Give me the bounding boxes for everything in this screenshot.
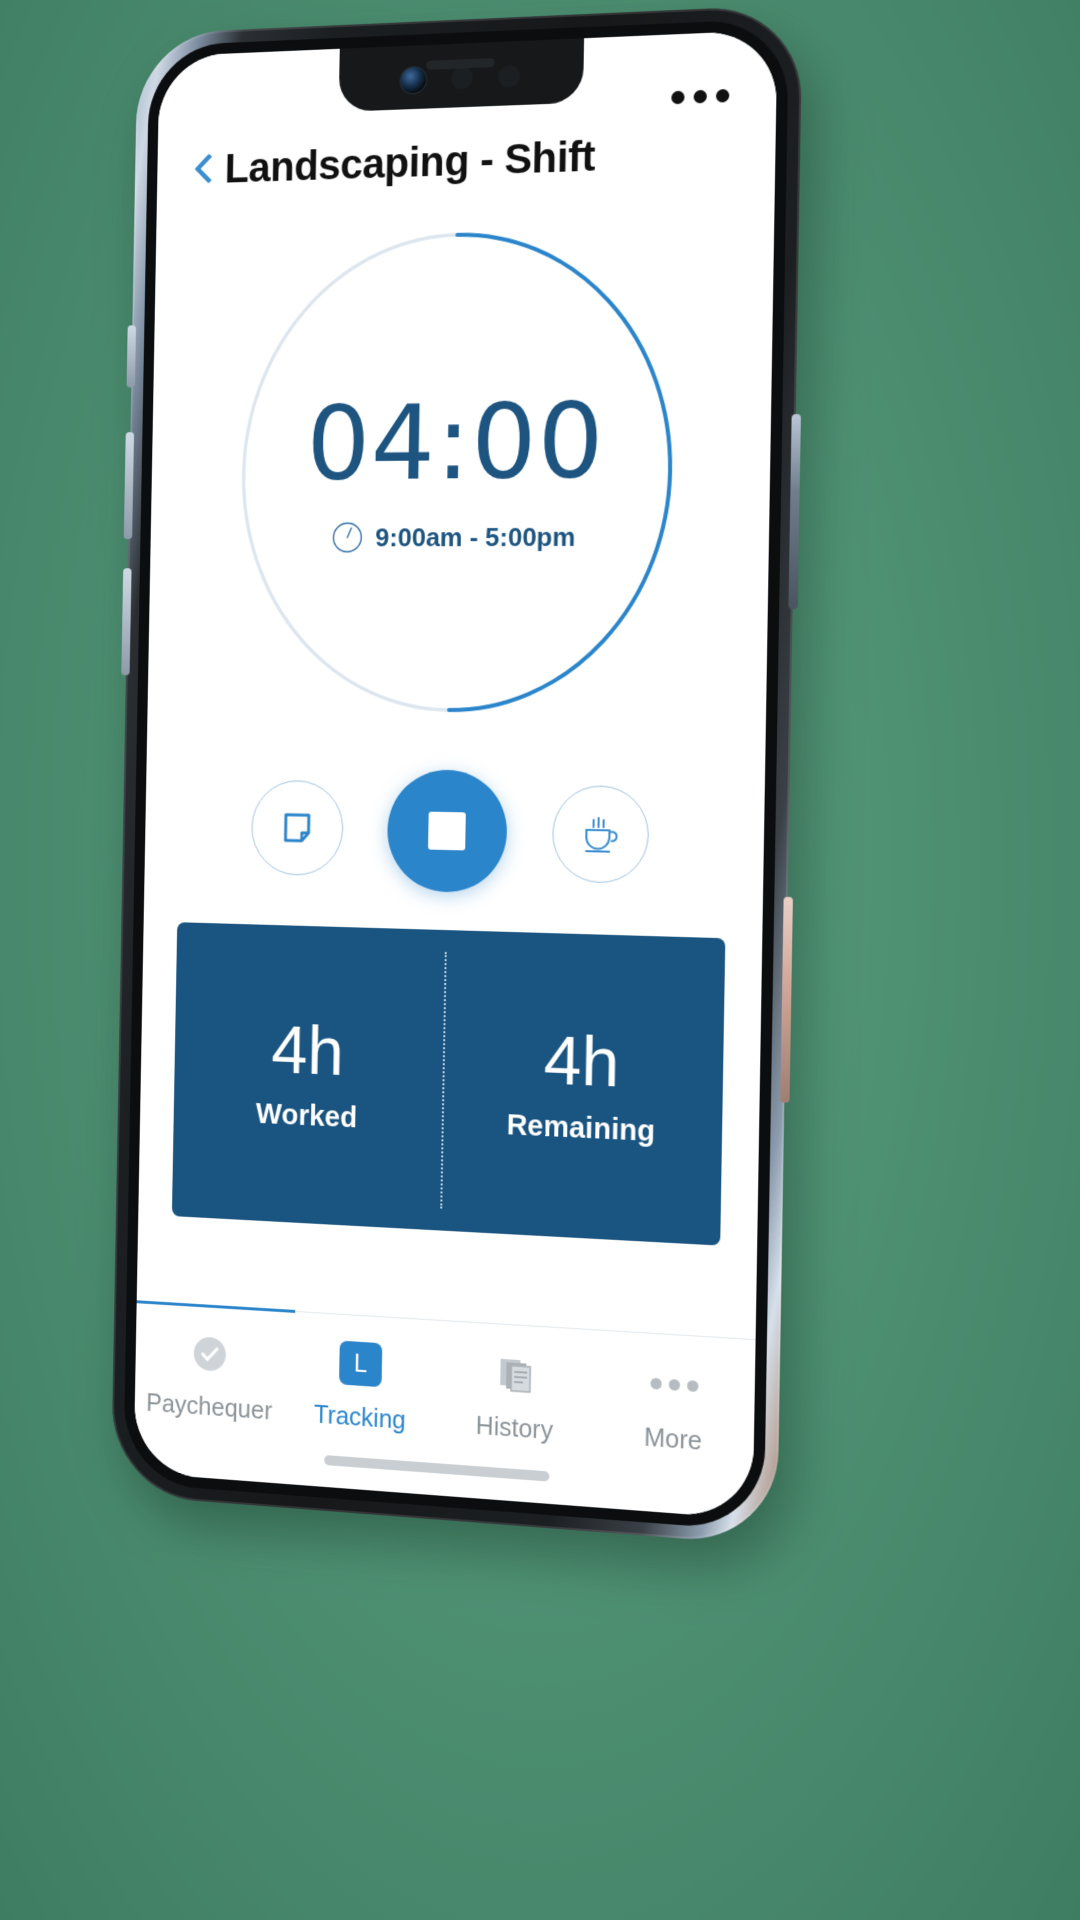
more-horizontal-icon[interactable] xyxy=(671,88,730,105)
break-button[interactable] xyxy=(551,784,650,885)
coffee-cup-icon xyxy=(575,808,626,860)
chevron-left-icon[interactable] xyxy=(193,152,214,188)
stat-remaining-value: 4h xyxy=(543,1021,621,1102)
face-id-sensor-icon xyxy=(498,64,521,88)
stat-remaining: 4h Remaining xyxy=(441,1021,723,1152)
tab-more-label: More xyxy=(643,1423,703,1456)
l-square-icon: L xyxy=(337,1338,384,1389)
breadcrumb: Landscaping - Shift xyxy=(192,132,595,193)
timer-schedule-label: 9:00am - 5:00pm xyxy=(375,521,576,552)
clock-icon xyxy=(331,521,364,555)
note-icon xyxy=(276,806,319,850)
timer-controls xyxy=(144,742,766,925)
stat-worked-label: Worked xyxy=(255,1097,358,1134)
stat-remaining-label: Remaining xyxy=(506,1108,656,1148)
stat-worked-value: 4h xyxy=(270,1011,345,1090)
timer-ring-area: 04:00 9:00am - 5:00pm xyxy=(147,183,775,756)
device-notch xyxy=(338,38,585,112)
timer-center: 04:00 9:00am - 5:00pm xyxy=(305,379,606,555)
tab-history-label: History xyxy=(475,1411,554,1446)
proximity-sensor-icon xyxy=(451,66,474,90)
app-root: Landscaping - Shift 04:00 9:00am - 5:00p… xyxy=(133,29,778,1520)
page-title: Landscaping - Shift xyxy=(224,132,596,192)
earpiece-speaker xyxy=(426,58,495,70)
timer-value: 04:00 xyxy=(305,379,606,505)
timer-schedule: 9:00am - 5:00pm xyxy=(331,520,576,555)
more-dots-icon xyxy=(649,1358,699,1410)
documents-icon xyxy=(491,1348,539,1400)
tab-tracking-label: Tracking xyxy=(313,1400,406,1435)
stop-button[interactable] xyxy=(386,769,508,894)
check-circle-icon xyxy=(187,1329,233,1379)
stat-worked: 4h Worked xyxy=(174,1011,444,1139)
shift-summary-panel: 4h Worked 4h Remaining xyxy=(171,922,726,1246)
tab-history[interactable]: History xyxy=(436,1345,594,1449)
device-screen: Landscaping - Shift 04:00 9:00am - 5:00p… xyxy=(133,29,778,1520)
tab-tracking[interactable]: L Tracking xyxy=(284,1335,438,1438)
mute-switch[interactable] xyxy=(126,325,137,388)
note-button[interactable] xyxy=(250,779,344,877)
screenshot-stage: Landscaping - Shift 04:00 9:00am - 5:00p… xyxy=(0,0,1080,1920)
front-camera-icon xyxy=(400,66,427,94)
phone-device: Landscaping - Shift 04:00 9:00am - 5:00p… xyxy=(110,4,817,1574)
stop-icon xyxy=(428,811,466,851)
tab-more[interactable]: More xyxy=(593,1355,755,1461)
tab-paychequer[interactable]: Paychequer xyxy=(135,1326,286,1428)
tab-paychequer-label: Paychequer xyxy=(146,1389,273,1426)
